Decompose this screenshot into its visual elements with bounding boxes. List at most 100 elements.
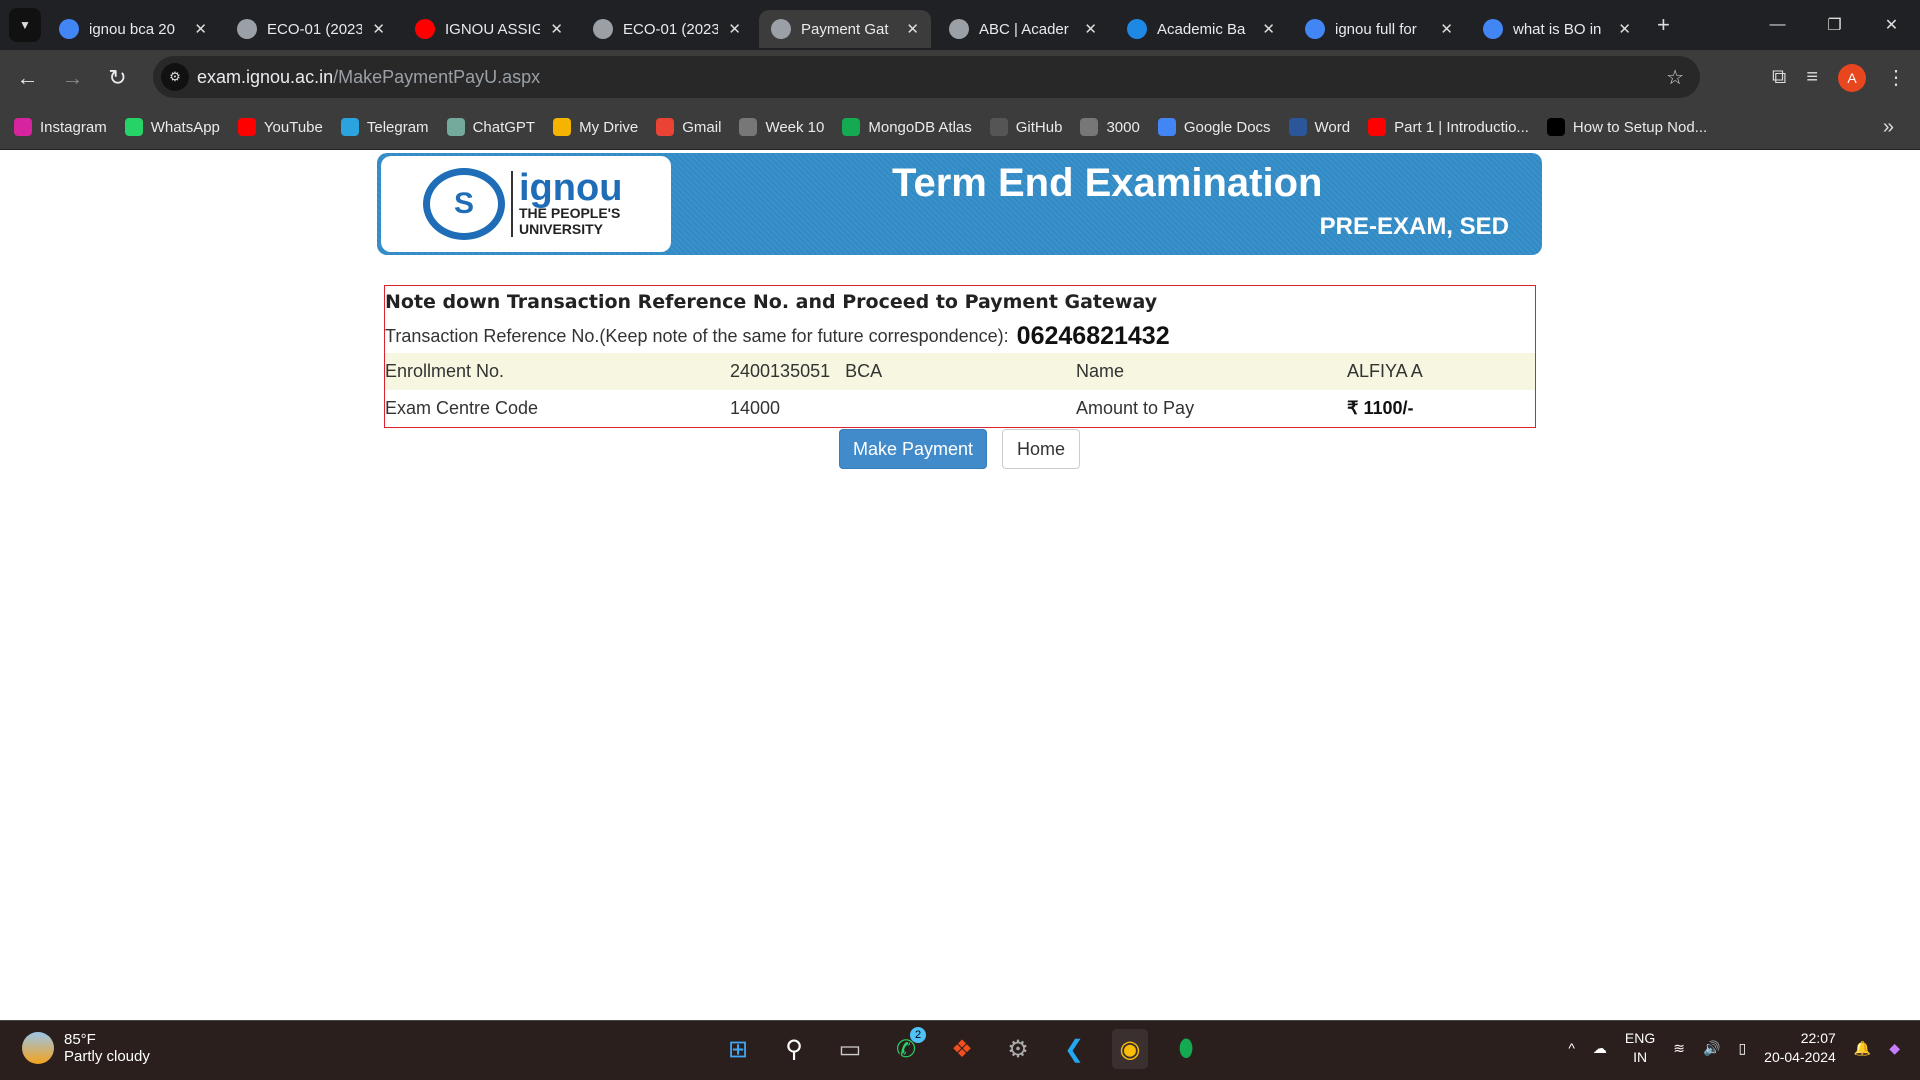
bookmark-favicon-icon — [1546, 118, 1565, 136]
task-view-icon[interactable]: ▭ — [832, 1029, 868, 1069]
tab[interactable]: Payment Gat ✕ — [759, 10, 931, 48]
bookmark-item[interactable]: Part 1 | Introductio... — [1368, 118, 1529, 136]
bookmark-label: GitHub — [1015, 118, 1063, 136]
tab[interactable]: ABC | Acader ✕ — [937, 10, 1109, 48]
tab[interactable]: IGNOU ASSIG ✕ — [403, 10, 575, 48]
name-value: ALFIYA A — [1347, 361, 1423, 381]
make-payment-button[interactable]: Make Payment — [839, 429, 987, 469]
bookmark-favicon-icon — [1157, 118, 1176, 136]
bookmark-favicon-icon — [237, 118, 256, 136]
tab[interactable]: what is BO in ✕ — [1471, 10, 1643, 48]
extensions-icon[interactable]: ⧉ — [1772, 66, 1786, 89]
close-tab-icon[interactable]: ✕ — [1262, 20, 1275, 38]
lang-region: IN — [1633, 1049, 1648, 1065]
table-row: Exam Centre Code 14000 Amount to Pay ₹ 1… — [385, 390, 1535, 427]
bookmark-star-icon[interactable]: ☆ — [1666, 65, 1684, 90]
menu-icon[interactable]: ⋮ — [1886, 65, 1906, 90]
search-icon[interactable]: ⚲ — [776, 1029, 812, 1069]
close-tab-icon[interactable]: ✕ — [1618, 20, 1631, 38]
wifi-icon[interactable]: ≋ — [1673, 1040, 1685, 1057]
start-icon[interactable]: ⊞ — [720, 1029, 756, 1069]
volume-icon[interactable]: 🔊 — [1703, 1040, 1720, 1057]
language-indicator[interactable]: ENG IN — [1625, 1029, 1655, 1067]
bookmark-item[interactable]: GitHub — [989, 118, 1063, 136]
close-tab-icon[interactable]: ✕ — [194, 20, 207, 38]
centre-label: Exam Centre Code — [385, 398, 539, 418]
address-bar[interactable]: ⚙ exam.ignou.ac.in/MakePaymentPayU.aspx … — [153, 56, 1700, 98]
onedrive-icon[interactable]: ☁ — [1593, 1040, 1607, 1057]
bookmark-item[interactable]: Instagram — [14, 118, 107, 136]
forward-button[interactable]: → — [50, 65, 95, 91]
home-button[interactable]: Home — [1002, 429, 1080, 469]
google-icon — [1305, 19, 1325, 39]
bookmark-label: ChatGPT — [472, 118, 536, 136]
bookmark-item[interactable]: ChatGPT — [446, 118, 536, 136]
copilot-icon[interactable]: ◆ — [1889, 1040, 1900, 1057]
notification-bell-icon[interactable]: 🔔 — [1854, 1040, 1871, 1057]
close-window-button[interactable]: ✕ — [1863, 0, 1920, 50]
media-control-icon[interactable]: ≡ — [1806, 66, 1818, 89]
bookmark-item[interactable]: Telegram — [340, 118, 429, 136]
exam-banner: S ignou THE PEOPLE'S UNIVERSITY Term End… — [377, 153, 1542, 255]
chrome-icon[interactable]: ◉ — [1112, 1029, 1148, 1069]
tab-title: IGNOU ASSIG — [445, 20, 541, 38]
mongodb-compass-icon[interactable]: ⬮ — [1168, 1029, 1204, 1069]
reference-label: Transaction Reference No.(Keep note of t… — [385, 325, 1009, 346]
youtube-icon — [415, 19, 435, 39]
close-tab-icon[interactable]: ✕ — [728, 20, 741, 38]
bookmark-item[interactable]: How to Setup Nod... — [1546, 118, 1708, 136]
bookmark-label: Word — [1314, 118, 1351, 136]
bookmark-label: Google Docs — [1183, 118, 1271, 136]
enrollment-value: 2400135051 BCA — [730, 361, 883, 381]
weather-widget[interactable]: 85°F Partly cloudy — [22, 1031, 150, 1065]
name-label: Name — [1076, 361, 1125, 381]
vscode-icon[interactable]: ❮ — [1056, 1029, 1092, 1069]
profile-avatar[interactable]: A — [1838, 63, 1866, 92]
new-tab-button[interactable]: + — [1657, 12, 1670, 38]
back-button[interactable]: ← — [5, 65, 50, 91]
bookmark-item[interactable]: WhatsApp — [124, 118, 220, 136]
tab-title: ECO-01 (2023 — [623, 20, 719, 38]
more-bookmarks-icon[interactable]: » — [1883, 116, 1894, 139]
bookmark-item[interactable]: Google Docs — [1157, 118, 1271, 136]
url-host: exam.ignou.ac.in — [197, 66, 334, 87]
tab[interactable]: ECO-01 (2023 ✕ — [581, 10, 753, 48]
bookmark-item[interactable]: 3000 — [1080, 118, 1140, 136]
reference-row: Transaction Reference No.(Keep note of t… — [385, 319, 1535, 353]
site-info-icon[interactable]: ⚙ — [161, 63, 189, 91]
weather-desc: Partly cloudy — [64, 1048, 150, 1065]
table-row: Enrollment No. 2400135051 BCA Name ALFIY… — [385, 353, 1535, 390]
battery-icon[interactable]: ▯ — [1738, 1040, 1746, 1057]
bookmark-item[interactable]: MongoDB Atlas — [842, 118, 972, 136]
figma-icon[interactable]: ❖ — [944, 1029, 980, 1069]
tab-search-button[interactable]: ▼ — [9, 8, 41, 42]
close-tab-icon[interactable]: ✕ — [372, 20, 385, 38]
tab-title: ECO-01 (2023 — [267, 20, 363, 38]
bookmark-favicon-icon — [124, 118, 143, 136]
clock[interactable]: 22:07 20-04-2024 — [1764, 1029, 1836, 1067]
tab[interactable]: Academic Ba ✕ — [1115, 10, 1287, 48]
tray-overflow-icon[interactable]: ^ — [1568, 1040, 1575, 1056]
minimize-button[interactable]: — — [1749, 0, 1806, 50]
close-tab-icon[interactable]: ✕ — [550, 20, 563, 38]
restore-button[interactable]: ❐ — [1806, 0, 1863, 50]
google-icon — [59, 19, 79, 39]
bookmark-label: 3000 — [1106, 118, 1140, 136]
bookmark-item[interactable]: Gmail — [656, 118, 721, 136]
reload-button[interactable]: ↻ — [95, 65, 140, 91]
bookmark-item[interactable]: YouTube — [237, 118, 323, 136]
close-tab-icon[interactable]: ✕ — [1440, 20, 1453, 38]
bookmark-label: How to Setup Nod... — [1572, 118, 1708, 136]
tab[interactable]: ECO-01 (2023 ✕ — [225, 10, 397, 48]
settings-icon[interactable]: ⚙ — [1000, 1029, 1036, 1069]
bookmark-item[interactable]: Week 10 — [739, 118, 824, 136]
close-tab-icon[interactable]: ✕ — [1084, 20, 1097, 38]
tab[interactable]: ignou full for ✕ — [1293, 10, 1465, 48]
bookmark-item[interactable]: My Drive — [553, 118, 638, 136]
bookmark-item[interactable]: Word — [1288, 118, 1351, 136]
tab[interactable]: ignou bca 20 ✕ — [47, 10, 219, 48]
close-tab-icon[interactable]: ✕ — [906, 20, 919, 38]
whatsapp-icon[interactable]: ✆ 2 — [888, 1027, 926, 1069]
ignou-logo: S ignou THE PEOPLE'S UNIVERSITY — [381, 156, 671, 252]
taskbar: 85°F Partly cloudy ⊞ ⚲ ▭ ✆ 2 ❖ ⚙ ❮ ◉ ⬮ ^ ☁… — [0, 1020, 1920, 1080]
